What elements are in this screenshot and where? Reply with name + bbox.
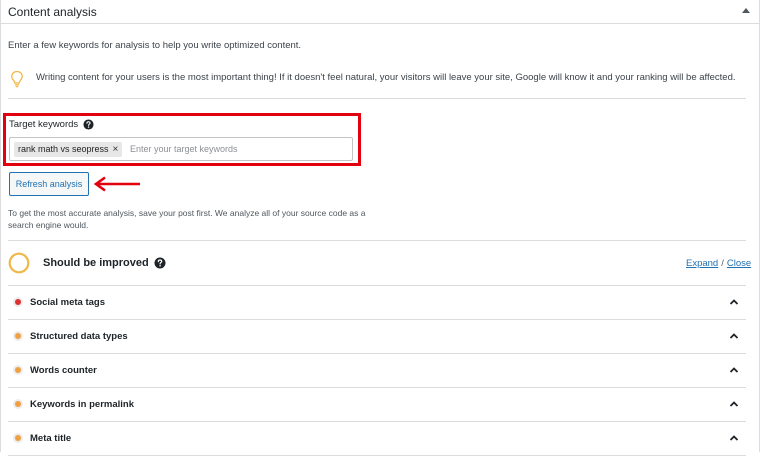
target-keywords-label: Target keywords <box>9 119 79 130</box>
status-dot <box>15 401 21 407</box>
caret-up-icon <box>742 8 750 13</box>
chevron-up-icon <box>729 435 739 441</box>
lightbulb-icon <box>11 70 23 88</box>
close-all-link[interactable]: Close <box>727 258 751 269</box>
check-row-keywords-in-permalink[interactable]: Keywords in permalink <box>8 388 746 422</box>
remove-keyword-button[interactable]: × <box>113 144 119 155</box>
score-title: Should be improved <box>43 257 149 269</box>
content-analysis-panel: Content analysis Enter a few keywords fo… <box>0 0 760 456</box>
tip-text: Writing content for your users is the mo… <box>36 72 736 83</box>
check-row-social-meta-tags[interactable]: Social meta tags <box>8 286 746 320</box>
collapse-panel-button[interactable] <box>736 2 756 20</box>
tip-notice: Writing content for your users is the mo… <box>8 68 750 92</box>
tip-divider <box>8 98 746 99</box>
keyword-tag-label: rank math vs seopress <box>18 144 109 154</box>
expand-all-link[interactable]: Expand <box>686 258 718 269</box>
intro-text: Enter a few keywords for analysis to hel… <box>8 40 302 51</box>
refresh-analysis-button[interactable]: Refresh analysis <box>9 172 89 196</box>
red-arrow-icon <box>93 176 140 192</box>
check-label: Keywords in permalink <box>30 399 135 410</box>
expand-close-links: Expand / Close <box>686 258 751 269</box>
chevron-up-icon <box>729 333 739 339</box>
check-label: Social meta tags <box>30 297 105 308</box>
header-divider <box>0 23 760 24</box>
check-row-structured-data-types[interactable]: Structured data types <box>8 320 746 354</box>
score-ring-icon <box>8 252 30 274</box>
keyword-tag[interactable]: rank math vs seopress × <box>14 142 123 157</box>
chevron-up-icon <box>729 367 739 373</box>
question-circle-icon[interactable] <box>83 119 94 130</box>
analysis-check-list: Social meta tags Structured data types W… <box>8 286 746 456</box>
panel-header: Content analysis <box>0 0 760 24</box>
check-label: Structured data types <box>30 331 128 342</box>
keywords-placeholder[interactable]: Enter your target keywords <box>130 144 238 154</box>
status-dot <box>15 435 21 441</box>
chevron-up-icon <box>729 401 739 407</box>
chevron-up-icon <box>729 299 739 305</box>
link-separator: / <box>721 258 724 269</box>
check-row-words-counter[interactable]: Words counter <box>8 354 746 388</box>
target-keywords-input[interactable]: rank math vs seopress × Enter your target… <box>9 137 353 161</box>
panel-title: Content analysis <box>8 5 97 19</box>
panel-border-left <box>0 0 1 452</box>
check-label: Words counter <box>30 365 97 376</box>
question-circle-icon[interactable] <box>154 257 166 269</box>
status-dot <box>15 367 21 373</box>
check-label: Meta title <box>30 433 72 444</box>
help-divider <box>8 240 746 241</box>
status-dot <box>15 333 21 339</box>
check-row-meta-title[interactable]: Meta title <box>8 422 746 456</box>
save-help-text: To get the most accurate analysis, save … <box>8 208 366 230</box>
status-dot <box>15 299 21 305</box>
